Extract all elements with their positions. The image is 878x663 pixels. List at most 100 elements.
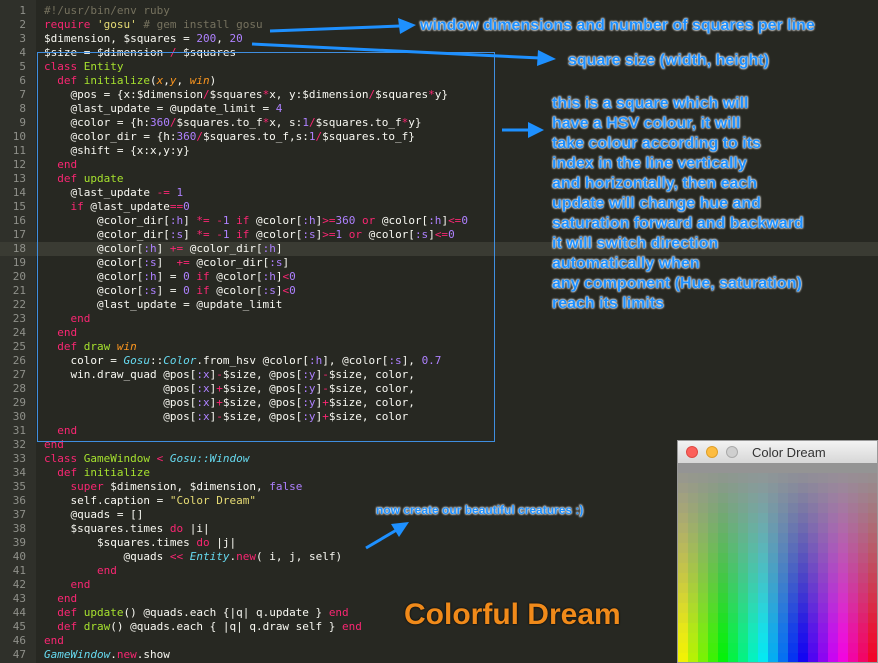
grid-square <box>698 613 709 624</box>
grid-square <box>858 493 869 504</box>
grid-square <box>698 633 709 644</box>
grid-square <box>738 613 749 624</box>
grid-square <box>788 533 799 544</box>
grid-square <box>838 643 849 654</box>
grid-square <box>678 463 689 474</box>
line-number: 22 <box>12 298 26 311</box>
grid-square <box>738 653 749 662</box>
grid-square <box>748 563 759 574</box>
grid-square <box>788 593 799 604</box>
grid-square <box>868 503 877 514</box>
grid-square <box>678 523 689 534</box>
line-number: 23 <box>12 312 26 325</box>
line-number: 44 <box>12 606 26 619</box>
grid-square <box>868 493 877 504</box>
grid-square <box>708 513 719 524</box>
grid-square <box>788 643 799 654</box>
grid-square <box>868 523 877 534</box>
grid-square <box>698 493 709 504</box>
grid-square <box>738 483 749 494</box>
grid-square <box>708 533 719 544</box>
annotation-square-description: this is a square which will have a HSV co… <box>552 94 804 314</box>
grid-square <box>728 533 739 544</box>
grid-square <box>788 633 799 644</box>
line-number: 27 <box>12 368 26 381</box>
grid-square <box>868 593 877 604</box>
grid-square <box>698 473 709 484</box>
grid-square <box>728 613 739 624</box>
window-titlebar[interactable]: Color Dream <box>678 441 877 464</box>
grid-square <box>688 613 699 624</box>
grid-square <box>708 643 719 654</box>
line-number: 11 <box>12 144 26 157</box>
grid-square <box>728 503 739 514</box>
grid-square <box>728 573 739 584</box>
grid-square <box>788 503 799 514</box>
grid-square <box>828 643 839 654</box>
grid-square <box>808 513 819 524</box>
line-number: 42 <box>12 578 26 591</box>
grid-square <box>798 613 809 624</box>
grid-square <box>818 543 829 554</box>
grid-square <box>828 543 839 554</box>
grid-square <box>818 523 829 534</box>
grid-square <box>808 543 819 554</box>
grid-square <box>738 543 749 554</box>
grid-square <box>838 583 849 594</box>
grid-square <box>818 583 829 594</box>
grid-square <box>788 493 799 504</box>
grid-square <box>788 613 799 624</box>
close-icon[interactable] <box>686 446 698 458</box>
grid-square <box>718 633 729 644</box>
grid-square <box>798 463 809 474</box>
line-number: 47 <box>12 648 26 661</box>
line-number: 37 <box>12 508 26 521</box>
line-number: 16 <box>12 214 26 227</box>
grid-square <box>758 653 769 662</box>
grid-square <box>868 633 877 644</box>
grid-square <box>798 483 809 494</box>
grid-square <box>818 483 829 494</box>
grid-square <box>828 623 839 634</box>
grid-square <box>708 463 719 474</box>
grid-square <box>738 553 749 564</box>
grid-square <box>758 523 769 534</box>
grid-square <box>808 563 819 574</box>
minimize-icon[interactable] <box>706 446 718 458</box>
grid-square <box>808 553 819 564</box>
grid-square <box>818 613 829 624</box>
code-text: end <box>57 592 78 605</box>
grid-square <box>848 623 859 634</box>
grid-square <box>698 553 709 564</box>
grid-square <box>738 503 749 514</box>
grid-square <box>698 583 709 594</box>
grid-square <box>708 493 719 504</box>
grid-square <box>788 603 799 614</box>
grid-square <box>688 643 699 654</box>
grid-square <box>858 543 869 554</box>
grid-square <box>798 543 809 554</box>
grid-square <box>818 603 829 614</box>
grid-square <box>868 653 877 662</box>
grid-square <box>718 613 729 624</box>
grid-square <box>738 633 749 644</box>
zoom-icon[interactable] <box>726 446 738 458</box>
line-number: 31 <box>12 424 26 437</box>
grid-square <box>858 643 869 654</box>
grid-square <box>848 563 859 574</box>
grid-square <box>758 493 769 504</box>
grid-square <box>818 503 829 514</box>
grid-square <box>858 573 869 584</box>
grid-square <box>678 573 689 584</box>
grid-square <box>838 613 849 624</box>
grid-square <box>688 473 699 484</box>
grid-square <box>838 563 849 574</box>
grid-square <box>778 583 789 594</box>
grid-square <box>688 623 699 634</box>
grid-square <box>848 533 859 544</box>
grid-square <box>708 603 719 614</box>
color-dream-window[interactable]: Color Dream <box>677 440 878 663</box>
grid-square <box>758 613 769 624</box>
grid-square <box>788 623 799 634</box>
grid-square <box>718 523 729 534</box>
